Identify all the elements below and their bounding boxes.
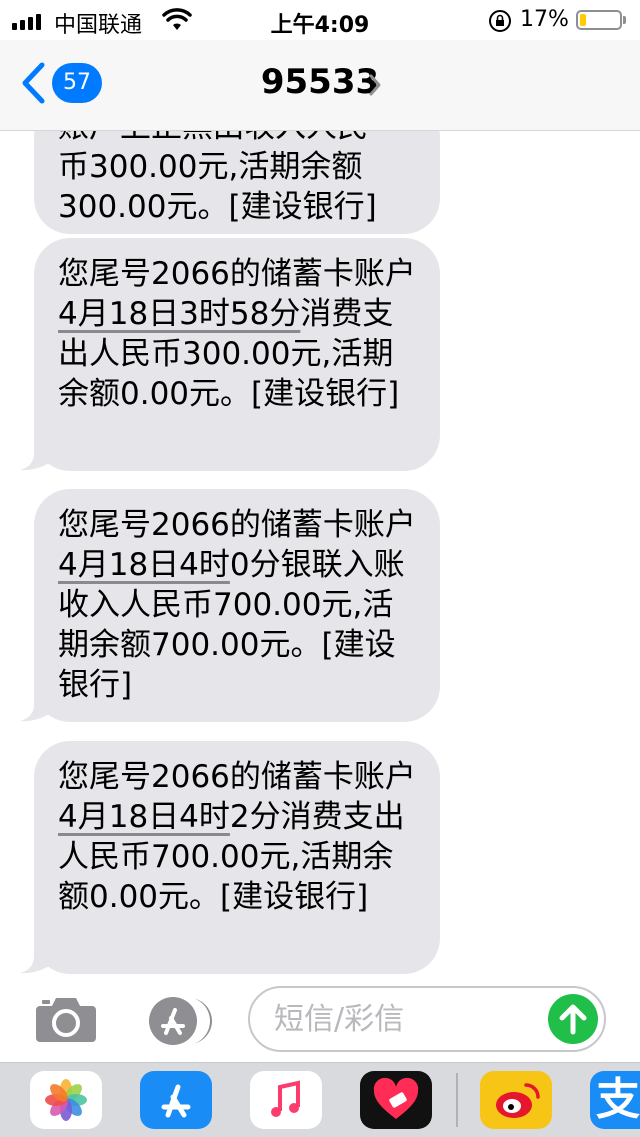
music-icon[interactable] [250,1071,322,1129]
message-line: 账户上正黑田收入人民 [58,131,416,147]
message-input[interactable] [272,998,526,1040]
bubble-tail [20,437,56,471]
message-bubble[interactable]: 您尾号2066的储蓄卡账户4月18日3时58分消费支出人民币300.00元,活期… [34,238,440,471]
battery-percent: 17% [520,7,569,32]
date-link[interactable]: 4月18日3时58分 [58,296,300,332]
camera-icon[interactable] [34,994,98,1044]
message-line: 300.00元。[建设银行] [58,189,377,225]
app-store-drawer-icon[interactable] [140,1071,212,1129]
photos-icon[interactable] [30,1071,102,1129]
date-link[interactable]: 4月18日4时 [58,547,230,583]
chevron-right-icon[interactable] [368,73,382,97]
compose-bar [0,980,640,1060]
message-list[interactable]: 账户上正黑田收入人民 币300.00元,活期余额 300.00元。[建设银行] … [0,131,640,980]
app-store-icon[interactable] [140,996,214,1046]
message-input-wrapper [248,986,606,1052]
bubble-tail [20,940,56,974]
message-text: 您尾号2066的储蓄卡账户 [58,759,416,795]
digital-touch-icon[interactable] [360,1071,432,1129]
alipay-glyph: 支 [596,1074,640,1125]
message-bubble[interactable]: 您尾号2066的储蓄卡账户4月18日4时0分银联入账收入人民币700.00元,活… [34,489,440,722]
arrow-up-icon [559,1004,587,1035]
message-bubble[interactable]: 账户上正黑田收入人民 币300.00元,活期余额 300.00元。[建设银行] [34,131,440,234]
message-line: 币300.00元,活期余额 [58,149,363,185]
bubble-tail [20,688,56,722]
battery-icon [576,10,622,30]
message-bubble[interactable]: 您尾号2066的储蓄卡账户4月18日4时2分消费支出人民币700.00元,活期余… [34,741,440,974]
date-link[interactable]: 4月18日4时 [58,799,230,835]
weibo-icon[interactable] [480,1071,552,1129]
navigation-bar: 57 95533 [0,40,640,131]
conversation-title[interactable]: 95533 [0,62,640,102]
send-button[interactable] [548,994,598,1044]
app-drawer: 支 [0,1062,640,1137]
message-text: 您尾号2066的储蓄卡账户 [58,507,416,543]
status-bar: 中国联通 上午4:09 17% [0,0,640,40]
rotation-lock-icon [489,10,511,32]
drawer-divider [456,1073,458,1127]
alipay-icon[interactable]: 支 [590,1071,640,1129]
battery-tip [623,16,626,24]
message-text: 您尾号2066的储蓄卡账户 [58,256,416,292]
